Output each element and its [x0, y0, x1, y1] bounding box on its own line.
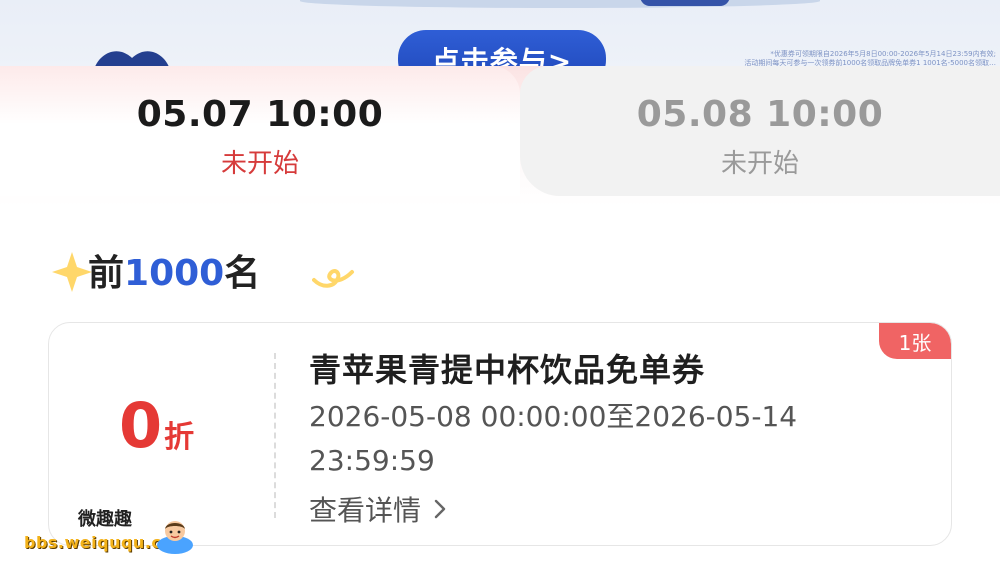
- tab-session-0508[interactable]: 05.08 10:00 未开始: [520, 66, 1000, 196]
- title-suffix: 名: [224, 253, 261, 294]
- section-title-text: 前1000名: [88, 244, 260, 296]
- watermark-url: bbs.weiququ.cn: [24, 533, 174, 552]
- discount-unit: 折: [164, 420, 195, 455]
- view-details-link[interactable]: 查看详情: [309, 489, 447, 529]
- chevron-right-icon: [434, 499, 446, 519]
- coupon-validity-period: 2026-05-08 00:00:00至2026-05-14 23:59:59: [309, 400, 798, 477]
- swirl-decoration-icon: [312, 269, 354, 288]
- tab-time: 05.07 10:00: [136, 94, 384, 135]
- tab-time: 05.08 10:00: [636, 94, 884, 135]
- coupon-quantity-badge: 1张: [879, 323, 951, 359]
- banner-decoration: [640, 0, 730, 6]
- tab-status: 未开始: [720, 149, 799, 179]
- title-prefix: 前: [88, 253, 125, 294]
- banner-wave-decoration: [300, 0, 820, 8]
- title-number: 1000: [124, 253, 225, 294]
- discount-value: 0: [119, 389, 163, 462]
- tab-status: 未开始: [220, 149, 299, 179]
- coupon-divider: [274, 353, 276, 518]
- watermark-name: 微趣趣: [78, 509, 132, 530]
- site-watermark: 微趣趣 bbs.weiququ.cn: [20, 505, 220, 565]
- coupon-title: 青苹果青提中杯饮品免单券: [309, 351, 706, 389]
- fine-print-line-1: *优惠券可领期限自2026年5月8日00:00-2026年5月14日23:59内…: [770, 50, 996, 58]
- coupon-page: 点击参与> *优惠券可领期限自2026年5月8日00:00-2026年5月14日…: [0, 0, 1000, 569]
- mascot-icon: [157, 521, 193, 554]
- section-title: 前1000名: [50, 240, 354, 300]
- tab-session-0507[interactable]: 05.07 10:00 未开始: [0, 66, 520, 196]
- view-details-label: 查看详情: [309, 494, 422, 527]
- coupon-discount: 0 折: [119, 395, 194, 457]
- activity-banner: 点击参与> *优惠券可领期限自2026年5月8日00:00-2026年5月14日…: [0, 0, 1000, 72]
